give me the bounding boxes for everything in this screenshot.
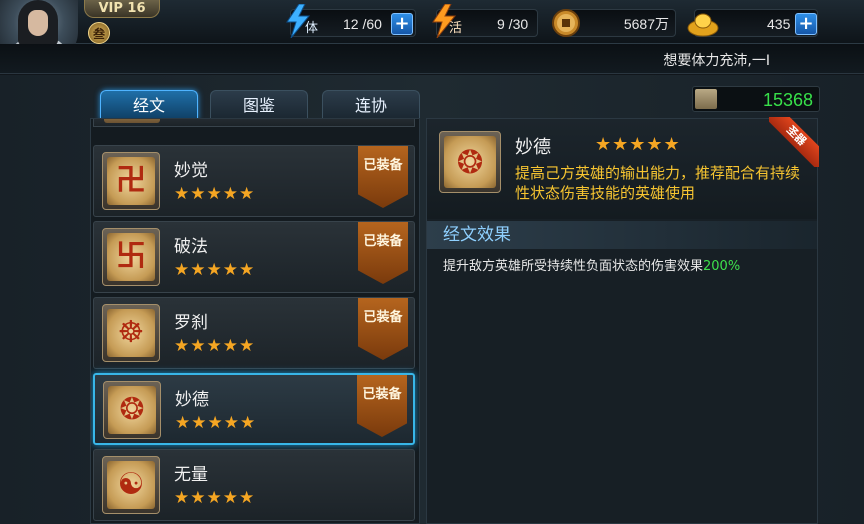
equipped-badge: 已装备 — [358, 146, 408, 208]
top-resource-bar: VIP 16 叁 体 12 /60 + 活 9 /30 5687万 435 + — [0, 0, 864, 62]
equipped-badge: 已装备 — [358, 298, 408, 360]
score-value: 15368 — [762, 90, 813, 110]
activity-icon-label: 活 — [449, 20, 463, 35]
detail-header: ❂ 妙德 ★★★★★ 提高己方英雄的输出能力，推荐配合有持续性状态伤害技能的英雄… — [427, 117, 819, 219]
scripture-score: 15368 — [692, 86, 820, 112]
ticker-text: 想要体力充沛,一I — [663, 53, 770, 69]
book-icon — [695, 89, 717, 109]
scripture-icon: 卐 — [102, 228, 160, 286]
stamina-icon-label: 体 — [305, 20, 319, 35]
scripture-name: 破法 — [174, 237, 208, 257]
holy-artifact-ribbon: 圣器 — [769, 117, 819, 167]
scripture-name: 罗刹 — [174, 313, 208, 333]
list-item-selected[interactable]: ❂ 妙德 ★★★★★ 已装备 — [93, 373, 415, 445]
stamina-value: 12 /60 — [343, 16, 382, 32]
stamina-counter: 体 12 /60 + — [286, 4, 416, 38]
star-rating: ★★★★★ — [174, 184, 256, 204]
star-rating: ★★★★★ — [174, 260, 256, 280]
tab-combo[interactable]: 连协 — [322, 90, 420, 120]
coin-value: 5687万 — [623, 16, 669, 32]
effect-value: 200% — [703, 259, 741, 274]
list-item[interactable]: 卍 妙觉 ★★★★★ 已装备 — [93, 145, 415, 217]
add-ingot-button[interactable]: + — [795, 13, 817, 35]
star-rating: ★★★★★ — [174, 488, 256, 508]
coin-icon — [552, 9, 580, 37]
scripture-icon: ☸ — [102, 304, 160, 362]
ingot-value: 435 — [767, 16, 791, 32]
detail-name: 妙德 — [515, 137, 551, 158]
detail-star-rating: ★★★★★ — [595, 134, 681, 155]
detail-scripture-icon: ❂ — [439, 131, 501, 193]
effect-description: 提升敌方英雄所受持续性负面状态的伤害效果200% — [443, 259, 741, 274]
equipped-badge: 已装备 — [357, 375, 407, 437]
list-item[interactable]: ☸ 罗刹 ★★★★★ 已装备 — [93, 297, 415, 369]
scripture-icon: ❂ — [103, 381, 161, 439]
detail-description: 提高己方英雄的输出能力，推荐配合有持续性状态伤害技能的英雄使用 — [515, 164, 801, 202]
scripture-icon: 卍 — [102, 152, 160, 210]
scripture-name: 无量 — [174, 465, 208, 485]
effect-section-header: 经文效果 — [427, 221, 817, 249]
scripture-name: 妙觉 — [174, 161, 208, 181]
gold-ingot-icon — [687, 13, 719, 37]
tab-codex[interactable]: 图鉴 — [210, 90, 308, 120]
rank-badge: 叁 — [88, 22, 110, 44]
activity-value: 9 /30 — [497, 16, 529, 32]
activity-counter: 活 9 /30 — [432, 4, 538, 38]
add-stamina-button[interactable]: + — [391, 13, 413, 35]
coin-counter: 5687万 — [552, 9, 676, 37]
news-ticker: 想要体力充沛,一I — [0, 44, 864, 74]
vip-badge: VIP 16 — [84, 0, 160, 18]
tab-scripture[interactable]: 经文 — [100, 90, 198, 120]
scripture-list[interactable]: 卍 妙觉 ★★★★★ 已装备 卐 破法 ★★★★★ 已装备 ☸ 罗刹 ★★★★★… — [90, 118, 420, 524]
list-item-partial[interactable] — [93, 119, 415, 127]
equipped-badge: 已装备 — [358, 222, 408, 284]
section-title: 经文效果 — [443, 225, 511, 245]
ingot-counter: 435 + — [687, 9, 818, 37]
list-item[interactable]: 卐 破法 ★★★★★ 已装备 — [93, 221, 415, 293]
scripture-name: 妙德 — [175, 390, 209, 410]
list-item[interactable]: ☯ 无量 ★★★★★ — [93, 449, 415, 521]
scripture-icon: ☯ — [102, 456, 160, 514]
scripture-detail-panel: ❂ 妙德 ★★★★★ 提高己方英雄的输出能力，推荐配合有持续性状态伤害技能的英雄… — [426, 117, 819, 524]
star-rating: ★★★★★ — [175, 413, 257, 433]
star-rating: ★★★★★ — [174, 336, 256, 356]
